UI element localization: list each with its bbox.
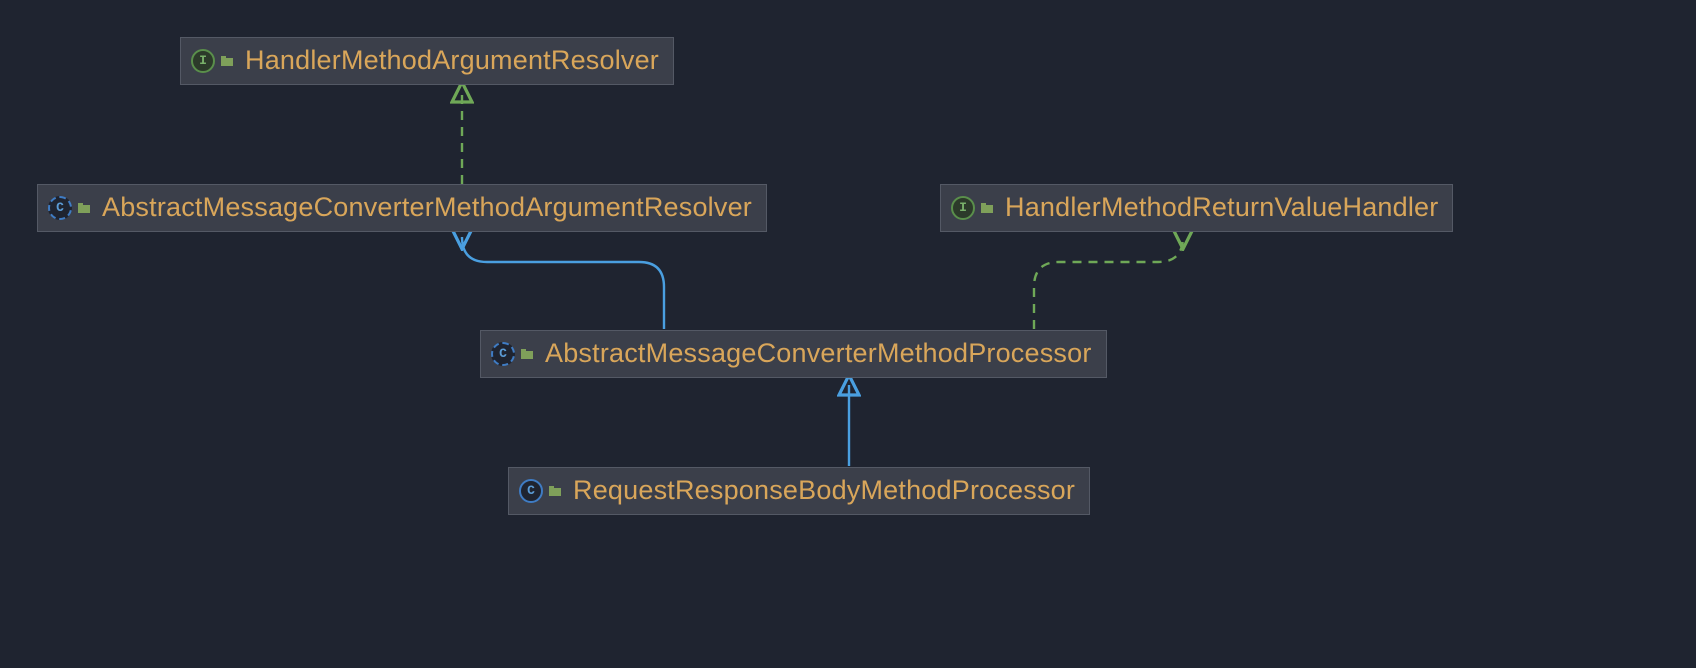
type-icons: C: [519, 479, 561, 503]
package-icon: [981, 203, 993, 213]
uml-diagram-canvas: I HandlerMethodArgumentResolver C Abstra…: [0, 0, 1696, 668]
node-abstract-message-converter-method-argument-resolver[interactable]: C AbstractMessageConverterMethodArgument…: [37, 184, 767, 232]
edge-n4-n3: [1034, 237, 1183, 329]
node-label: RequestResponseBodyMethodProcessor: [573, 476, 1075, 506]
type-icons: C: [48, 196, 90, 220]
class-icon: C: [519, 479, 543, 503]
package-icon: [549, 486, 561, 496]
node-handler-method-return-value-handler[interactable]: I HandlerMethodReturnValueHandler: [940, 184, 1453, 232]
type-icons: I: [191, 49, 233, 73]
node-label: HandlerMethodArgumentResolver: [245, 46, 659, 76]
abstract-class-icon: C: [48, 196, 72, 220]
package-icon: [521, 349, 533, 359]
interface-icon: I: [951, 196, 975, 220]
node-request-response-body-method-processor[interactable]: C RequestResponseBodyMethodProcessor: [508, 467, 1090, 515]
node-label: HandlerMethodReturnValueHandler: [1005, 193, 1438, 223]
node-abstract-message-converter-method-processor[interactable]: C AbstractMessageConverterMethodProcesso…: [480, 330, 1107, 378]
abstract-class-icon: C: [491, 342, 515, 366]
type-icons: I: [951, 196, 993, 220]
node-handler-method-argument-resolver[interactable]: I HandlerMethodArgumentResolver: [180, 37, 674, 85]
node-label: AbstractMessageConverterMethodArgumentRe…: [102, 193, 752, 223]
package-icon: [221, 56, 233, 66]
package-icon: [78, 203, 90, 213]
type-icons: C: [491, 342, 533, 366]
edge-n4-n2: [462, 237, 664, 329]
node-label: AbstractMessageConverterMethodProcessor: [545, 339, 1092, 369]
interface-icon: I: [191, 49, 215, 73]
